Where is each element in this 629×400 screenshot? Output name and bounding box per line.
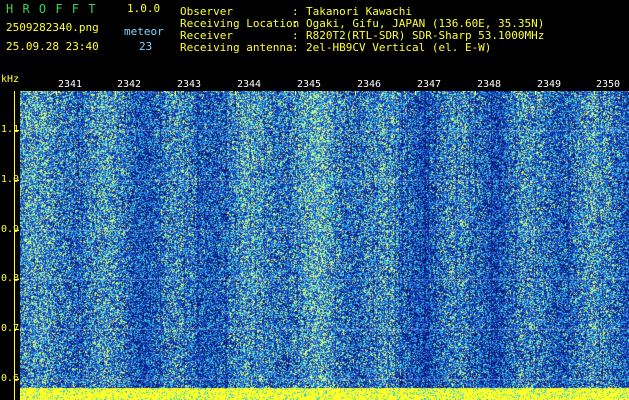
header-panel: H R O F F T 1.0.0 2509282340.png meteor …: [0, 0, 629, 76]
x-tick-label: 2348: [476, 79, 503, 90]
capture-datetime: 25.09.28 23:40: [6, 40, 99, 53]
app-title: H R O F F T: [6, 2, 97, 16]
y-axis-line: [14, 91, 15, 400]
spectrogram-waterfall: [20, 91, 629, 400]
antenna-value: 2el-HB9CV Vertical (el. E-W): [306, 41, 492, 54]
x-tick-label: 2350: [595, 79, 622, 90]
x-tick-label: 2344: [236, 79, 263, 90]
antenna-label: Receiving antenna: [180, 41, 293, 54]
mode-label: meteor: [124, 25, 164, 38]
image-filename: 2509282340.png: [6, 21, 99, 34]
y-axis-unit: kHz: [1, 74, 20, 85]
x-tick-label: 2341: [57, 79, 84, 90]
x-tick-label: 2345: [296, 79, 323, 90]
x-tick-label: 2342: [116, 79, 143, 90]
x-tick-label: 2346: [356, 79, 383, 90]
x-tick-label: 2349: [536, 79, 563, 90]
x-tick-label: 2343: [176, 79, 203, 90]
app-version: 1.0.0: [127, 2, 161, 15]
meteor-count: 23: [139, 40, 153, 53]
x-tick-label: 2347: [416, 79, 443, 90]
